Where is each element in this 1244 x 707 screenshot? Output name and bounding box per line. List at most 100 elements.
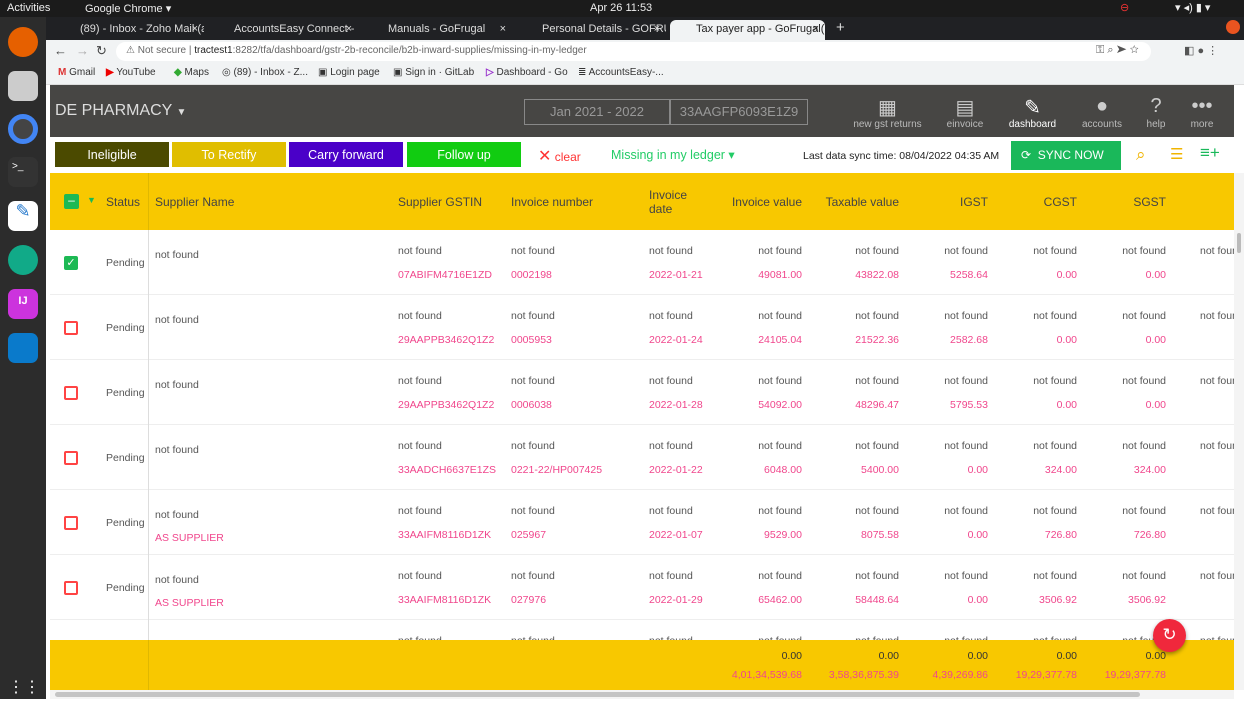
col-cgst[interactable]: CGST xyxy=(1000,195,1077,209)
tab-manuals[interactable]: Manuals - GoFrugal × xyxy=(362,20,512,40)
bookmark-zoho[interactable]: ◎ (89) - Inbox - Z... xyxy=(222,67,308,78)
clock[interactable]: Apr 26 11:53 xyxy=(590,2,652,14)
close-tab-icon[interactable]: × xyxy=(192,23,198,35)
col-igst[interactable]: IGST xyxy=(910,195,988,209)
chrome-icon[interactable] xyxy=(8,114,38,144)
row-checkbox[interactable] xyxy=(64,451,78,465)
files-icon[interactable] xyxy=(8,71,38,101)
sync-now-button[interactable]: ⟳ SYNC NOW xyxy=(1011,141,1121,170)
row-checkbox[interactable] xyxy=(64,386,78,400)
app-menu[interactable]: Google Chrome ▾ xyxy=(85,2,171,15)
dnd-icon[interactable]: ⊖ xyxy=(1120,1,1129,14)
vertical-scrollbar[interactable] xyxy=(1234,173,1244,690)
to-rectify-button[interactable]: To Rectify xyxy=(172,142,286,167)
ineligible-button[interactable]: Ineligible xyxy=(55,142,169,167)
profile-icon[interactable]: ◧ ● ⋮ xyxy=(1184,44,1218,57)
table-row[interactable]: Pending not found AS SUPPLIER not found 33AA… xyxy=(50,555,1234,620)
table-row[interactable]: Pending not found not found 29AAPPB3462Q1Z2… xyxy=(50,295,1234,360)
col-taxable-value[interactable]: Taxable value xyxy=(805,195,899,209)
follow-up-button[interactable]: Follow up xyxy=(407,142,521,167)
nav-dashboard[interactable]: ✎ dashboard xyxy=(1005,95,1060,130)
ledger-next-column: not found xyxy=(1200,245,1234,257)
row-checkbox[interactable] xyxy=(64,516,78,530)
security-label[interactable]: Not secure xyxy=(138,45,186,56)
vertical-scroll-thumb[interactable] xyxy=(1237,233,1241,253)
forward-button[interactable]: → xyxy=(76,43,89,58)
nav-help[interactable]: ? help xyxy=(1140,95,1172,130)
select-all-checkbox[interactable]: – xyxy=(64,194,79,209)
col-invoice-date[interactable]: Invoice date xyxy=(649,188,689,216)
add-list-icon[interactable]: ≡+ xyxy=(1200,143,1220,163)
col-sgst[interactable]: SGST xyxy=(1090,195,1166,209)
bookmark-accountseasy[interactable]: ≣ AccountsEasy-... xyxy=(578,67,664,78)
app-grid-icon[interactable]: ⋮⋮⋮ xyxy=(8,677,56,707)
terminal-icon[interactable]: >_ xyxy=(8,157,38,187)
col-invoice-number[interactable]: Invoice number xyxy=(511,195,593,209)
portal-date: 2022-01-21 xyxy=(649,269,703,281)
company-selector[interactable]: DE PHARMACY ▼ xyxy=(55,102,186,120)
horizontal-scrollbar[interactable] xyxy=(50,690,1234,699)
table-row[interactable]: ✓ Pending not found not found 07ABIFM4716E1Z… xyxy=(50,230,1234,295)
table-header: – ▼ Status Supplier Name Supplier GSTIN … xyxy=(50,173,1234,230)
col-invoice-value[interactable]: Invoice value xyxy=(710,195,802,209)
close-tab-icon[interactable]: × xyxy=(346,23,352,35)
close-tab-icon[interactable]: × xyxy=(813,23,819,35)
carry-forward-button[interactable]: Carry forward xyxy=(289,142,403,167)
new-tab-button[interactable]: + xyxy=(836,19,845,36)
ledger-gstin: not found xyxy=(398,310,442,322)
col-status[interactable]: Status xyxy=(106,195,140,209)
table-row[interactable]: Pending not found not found 33AADCH6637E1ZS… xyxy=(50,425,1234,490)
col-supplier-gstin[interactable]: Supplier GSTIN xyxy=(398,195,482,209)
row-checkbox[interactable] xyxy=(64,321,78,335)
back-button[interactable]: ← xyxy=(54,43,67,58)
row-checkbox[interactable]: ✓ xyxy=(64,256,78,270)
bookmark-youtube[interactable]: ▶ YouTube xyxy=(106,67,156,78)
gstin-selector[interactable]: 33AAGFP6093E1Z9 xyxy=(670,99,808,125)
portal-date: 2022-01-28 xyxy=(649,399,703,411)
total-portal: 4,01,34,539.68 xyxy=(731,669,802,681)
firefox-icon[interactable] xyxy=(8,27,38,57)
url-field[interactable]: ⚠ Not secure | tractest1:8282/tfa/dashbo… xyxy=(116,42,1151,61)
ledger-taxable: not found xyxy=(855,245,899,257)
nav-einvoice[interactable]: ▤ einvoice xyxy=(940,95,990,130)
search-icon[interactable]: ⌕ xyxy=(1136,145,1146,165)
close-window-button[interactable] xyxy=(1226,20,1240,34)
refresh-button[interactable]: ↻ xyxy=(1153,619,1186,652)
col-supplier-name[interactable]: Supplier Name xyxy=(155,195,234,209)
table-row[interactable]: Pending not found not found 29AAPPB3462Q1Z2… xyxy=(50,360,1234,425)
period-selector[interactable]: Jan 2021 - 2022 xyxy=(524,99,670,125)
vscode-icon[interactable] xyxy=(8,333,38,363)
bookmark-gmail[interactable]: M Gmail xyxy=(58,67,95,78)
reload-button[interactable]: ↻ xyxy=(96,43,107,59)
bookmark-maps[interactable]: ◆ Maps xyxy=(174,67,209,78)
bookmark-star-icon[interactable]: ⚿ ⌕ ➤ ☆ xyxy=(1096,44,1139,57)
row-checkbox[interactable] xyxy=(64,581,78,595)
portal-sgst: 726.80 xyxy=(1133,529,1166,541)
intellij-icon[interactable]: IJ xyxy=(8,289,38,319)
nav-new-gst-returns[interactable]: ▦ new gst returns xyxy=(850,95,925,130)
table-row[interactable]: Pending not found AS SUPPLIER not found 33AA… xyxy=(50,490,1234,555)
refresh-icon: ↻ xyxy=(1162,625,1177,644)
bookmark-dashboard[interactable]: ▷ Dashboard - Go xyxy=(486,67,568,78)
horizontal-scroll-thumb[interactable] xyxy=(55,692,1140,697)
bookmark-gitlab[interactable]: ▣ Sign in · GitLab xyxy=(393,67,474,78)
filter-dropdown[interactable]: Missing in my ledger ▾ xyxy=(611,147,735,162)
tab-tax-payer-app[interactable]: Tax payer app - GoFrugal(× xyxy=(670,20,825,40)
wifi-icon[interactable]: ▾ ◂) ▮ ▾ xyxy=(1175,1,1210,14)
remote-desktop-icon[interactable] xyxy=(8,245,38,275)
tab-zoho-mail[interactable]: (89) - Inbox - Zoho Mail (al × xyxy=(54,20,204,40)
tab-personal-details[interactable]: Personal Details - GOFRUG× xyxy=(516,20,666,40)
close-tab-icon[interactable]: × xyxy=(654,23,660,35)
portal-gstin: 33AAIFM8116D1ZK xyxy=(398,529,492,541)
activities-button[interactable]: Activities xyxy=(7,2,50,14)
bookmark-login[interactable]: ▣ Login page xyxy=(318,67,380,78)
close-tab-icon[interactable]: × xyxy=(500,23,506,35)
nav-more[interactable]: ••• more xyxy=(1186,95,1218,130)
tab-accountseasy[interactable]: AccountsEasy Connect - P × xyxy=(208,20,358,40)
select-menu-chevron-icon[interactable]: ▼ xyxy=(87,195,96,205)
status-label: Pending xyxy=(106,582,145,594)
clear-button[interactable]: ✕ clear xyxy=(538,146,581,166)
sort-list-icon[interactable]: ☰ xyxy=(1170,145,1183,163)
text-editor-icon[interactable]: ✎ xyxy=(8,201,38,231)
nav-accounts[interactable]: ● accounts xyxy=(1078,95,1126,130)
